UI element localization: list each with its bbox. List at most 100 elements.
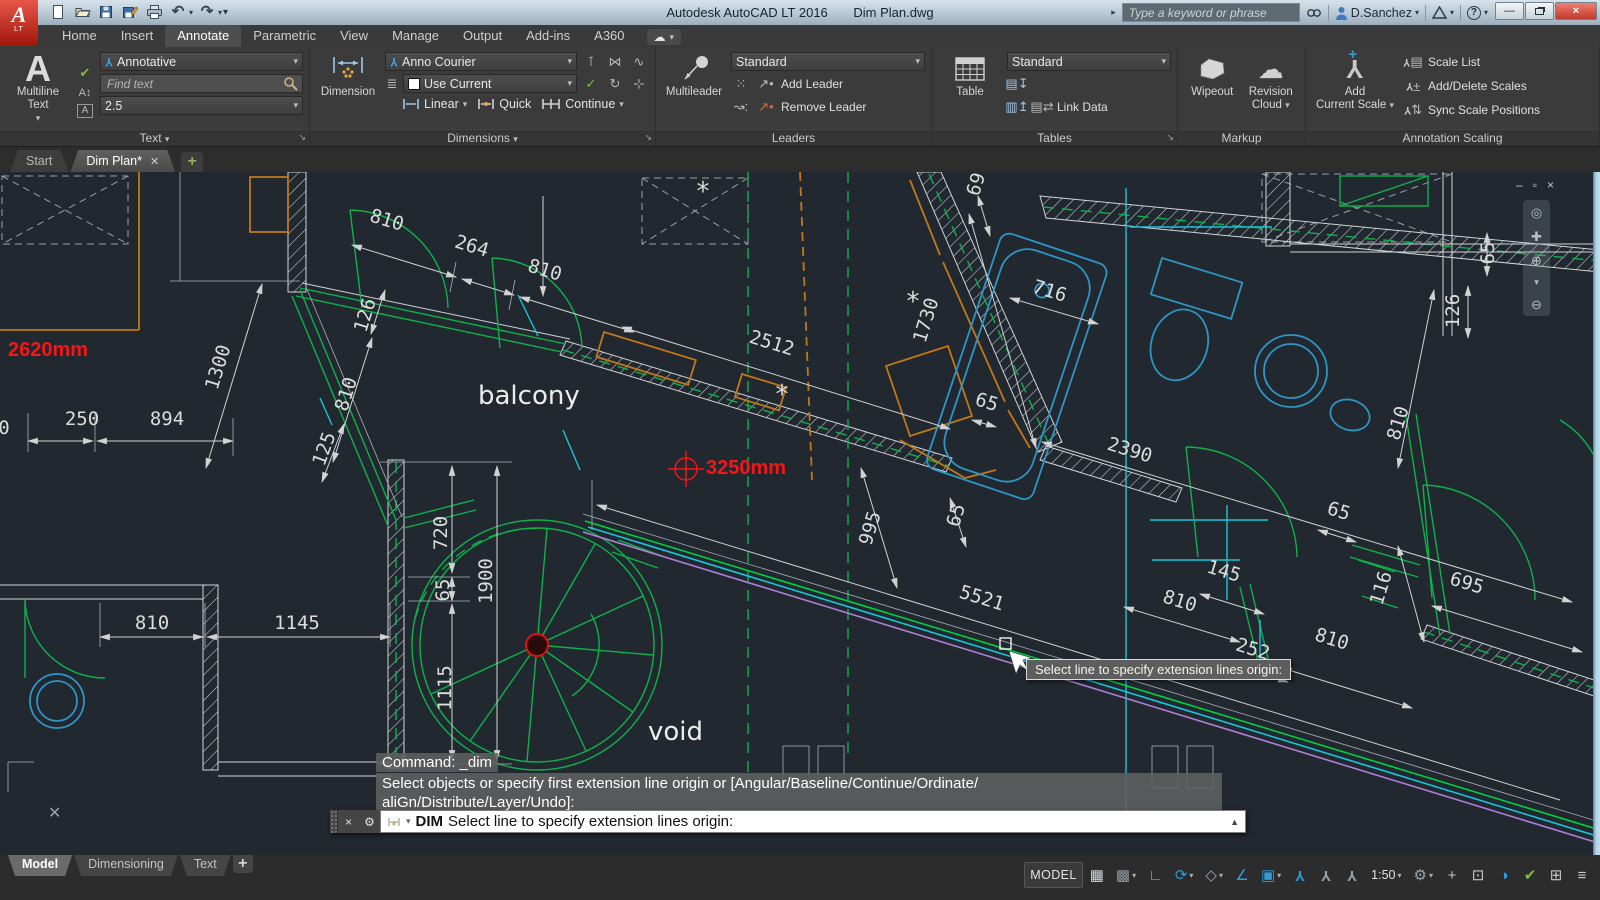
- basin[interactable]: [1255, 335, 1374, 435]
- panel-label-leaders[interactable]: Leaders: [656, 129, 931, 146]
- autoscale-icon[interactable]: Y: [1314, 862, 1338, 888]
- vp-close-icon[interactable]: ×: [1547, 178, 1554, 192]
- tab-manage[interactable]: Manage: [380, 25, 451, 47]
- text-style-combo[interactable]: Y Annotative▾: [100, 52, 303, 71]
- adjust-space-icon[interactable]: ⋈: [605, 53, 625, 71]
- undo-icon[interactable]: ↶: [168, 2, 188, 22]
- dim-dialog-launcher-icon[interactable]: ↘: [644, 129, 652, 145]
- annotation-scale-icon[interactable]: Y: [1340, 862, 1364, 888]
- center-mark-icon[interactable]: ⊹: [629, 75, 649, 93]
- mleader-style-combo[interactable]: Standard▾: [731, 52, 925, 71]
- command-bar-grip[interactable]: [330, 810, 338, 833]
- trusted-dwg-icon[interactable]: ✔: [1518, 862, 1542, 888]
- minimize-button[interactable]: —: [1495, 2, 1524, 20]
- text-height-combo[interactable]: 2.5▾: [100, 96, 303, 115]
- tab-annotate[interactable]: Annotate: [165, 25, 241, 47]
- find-text-box[interactable]: [100, 74, 303, 93]
- navbar-caret-icon[interactable]: ▾: [1534, 278, 1539, 287]
- panel-label-tables[interactable]: Tables↘: [932, 129, 1177, 146]
- walls-hatched[interactable]: [203, 172, 1600, 770]
- white-walls[interactable]: [0, 172, 1600, 776]
- open-file-icon[interactable]: [72, 2, 92, 22]
- mleader-align-icon[interactable]: ⁙: [731, 75, 751, 93]
- tab-addins[interactable]: Add-ins: [514, 25, 582, 47]
- command-close-icon[interactable]: ×: [338, 810, 359, 833]
- search-input[interactable]: [1122, 3, 1300, 22]
- drawing-area[interactable]: ✕ 81026481012613008101250250894251217307…: [0, 172, 1600, 855]
- dimension-button[interactable]: Dimension: [316, 52, 380, 129]
- restore-button[interactable]: [1525, 2, 1554, 20]
- layout-tab-model[interactable]: Model: [8, 855, 72, 876]
- table-button[interactable]: Table: [938, 52, 1002, 129]
- model-space-button[interactable]: MODEL: [1024, 862, 1082, 888]
- command-expand-icon[interactable]: ▲: [1230, 817, 1239, 827]
- steering-wheel-icon[interactable]: ◎: [1531, 206, 1542, 219]
- save-as-icon[interactable]: [120, 2, 140, 22]
- remove-leader-button[interactable]: ↝: ↗• Remove Leader: [731, 97, 925, 117]
- dim-jog-line-icon[interactable]: ∿: [629, 53, 649, 71]
- stair-center-pole[interactable]: [526, 634, 548, 656]
- linear-dimension-button[interactable]: Linear▾: [399, 96, 470, 112]
- link-data-button[interactable]: ▥↥ ▤⇄ Link Data: [1007, 97, 1171, 117]
- dim-style-combo[interactable]: Y Anno Courier▾: [385, 52, 577, 71]
- undo-caret-icon[interactable]: ▾: [189, 8, 193, 17]
- tables-dialog-launcher-icon[interactable]: ↘: [1166, 129, 1174, 145]
- annotation-visibility-icon[interactable]: Y: [1288, 862, 1312, 888]
- floor-drain[interactable]: [30, 674, 84, 728]
- save-icon[interactable]: [96, 2, 116, 22]
- grid-icon[interactable]: ▦: [1085, 862, 1109, 888]
- command-customize-icon[interactable]: ⚙: [359, 810, 380, 833]
- tab-a360[interactable]: A360: [582, 25, 636, 47]
- multiline-text-button[interactable]: A Multiline Text ▾: [6, 52, 70, 129]
- spell-check-icon[interactable]: ✔: [75, 64, 95, 82]
- panel-label-dimensions[interactable]: Dimensions ▾↘: [310, 129, 655, 146]
- mleader-collect-icon[interactable]: ↝:: [731, 98, 751, 116]
- pan-icon[interactable]: ✚: [1531, 230, 1542, 243]
- add-delete-scales-button[interactable]: Y±Add/Delete Scales: [1403, 76, 1540, 96]
- dimension-lines[interactable]: [28, 196, 1582, 800]
- close-tab-icon[interactable]: ✕: [150, 155, 159, 168]
- new-layout-button[interactable]: +: [233, 855, 253, 873]
- add-leader-button[interactable]: ⁙ ↗• Add Leader: [731, 74, 925, 94]
- tab-home[interactable]: Home: [50, 25, 109, 47]
- add-current-scale-button[interactable]: Y + AddCurrent Scale ▾: [1312, 52, 1398, 129]
- redo-caret-icon[interactable]: ▾: [218, 8, 222, 17]
- quick-dimension-button[interactable]: Quick: [474, 96, 534, 112]
- qat-customize-icon[interactable]: ▾: [223, 7, 228, 18]
- redo-icon[interactable]: ↷: [197, 2, 217, 22]
- status-menu-icon[interactable]: ≡: [1570, 862, 1594, 888]
- continue-dimension-button[interactable]: Continue▾: [538, 96, 627, 112]
- polar-tracking-icon[interactable]: ⟳▾: [1170, 862, 1199, 888]
- tab-view[interactable]: View: [328, 25, 380, 47]
- connect-cloud-button[interactable]: ☁▾: [647, 29, 682, 45]
- revision-cloud-button[interactable]: ☁ RevisionCloud ▾: [1243, 52, 1300, 129]
- new-file-icon[interactable]: [48, 2, 68, 22]
- tab-insert[interactable]: Insert: [109, 25, 166, 47]
- ortho-icon[interactable]: ∟: [1143, 862, 1168, 888]
- plot-icon[interactable]: [144, 2, 164, 22]
- layout-tab-dimensioning[interactable]: Dimensioning: [74, 855, 178, 876]
- navbar-collapse-icon[interactable]: ⊖: [1531, 298, 1542, 311]
- customization-plus-icon[interactable]: +: [1440, 862, 1464, 888]
- spiral-stair[interactable]: [412, 520, 662, 770]
- find-text-input[interactable]: [107, 77, 283, 91]
- file-tab-dim-plan[interactable]: Dim Plan*✕: [70, 150, 175, 172]
- multileader-button[interactable]: Multileader: [662, 52, 726, 129]
- workspace-gear-icon[interactable]: ⚙▾: [1409, 862, 1438, 888]
- tab-parametric[interactable]: Parametric: [241, 25, 328, 47]
- dim-layer-combo[interactable]: Use Current▾: [403, 74, 577, 93]
- scale-value[interactable]: 1:50▾: [1366, 862, 1406, 888]
- extract-data-button[interactable]: ▤↧: [1007, 74, 1171, 94]
- infocenter-collapse-icon[interactable]: ▸: [1111, 7, 1116, 18]
- vp-minimize-icon[interactable]: –: [1516, 178, 1523, 192]
- file-tab-start[interactable]: Start: [10, 150, 68, 172]
- hardware-acceleration-icon[interactable]: ◑: [1492, 862, 1516, 888]
- scale-list-button[interactable]: Y▤Scale List: [1403, 52, 1540, 72]
- close-button[interactable]: ×: [1555, 2, 1597, 20]
- command-options-caret-icon[interactable]: ▾: [406, 816, 411, 827]
- viewport-maximize-icon[interactable]: ⊞: [1544, 862, 1568, 888]
- application-menu-button[interactable]: ALT: [0, 0, 38, 46]
- tolerance-icon[interactable]: ✓: [581, 75, 601, 93]
- break-dimension-icon[interactable]: ⊺: [581, 53, 601, 71]
- sync-scale-positions-button[interactable]: Y⇅Sync Scale Positions: [1403, 100, 1540, 120]
